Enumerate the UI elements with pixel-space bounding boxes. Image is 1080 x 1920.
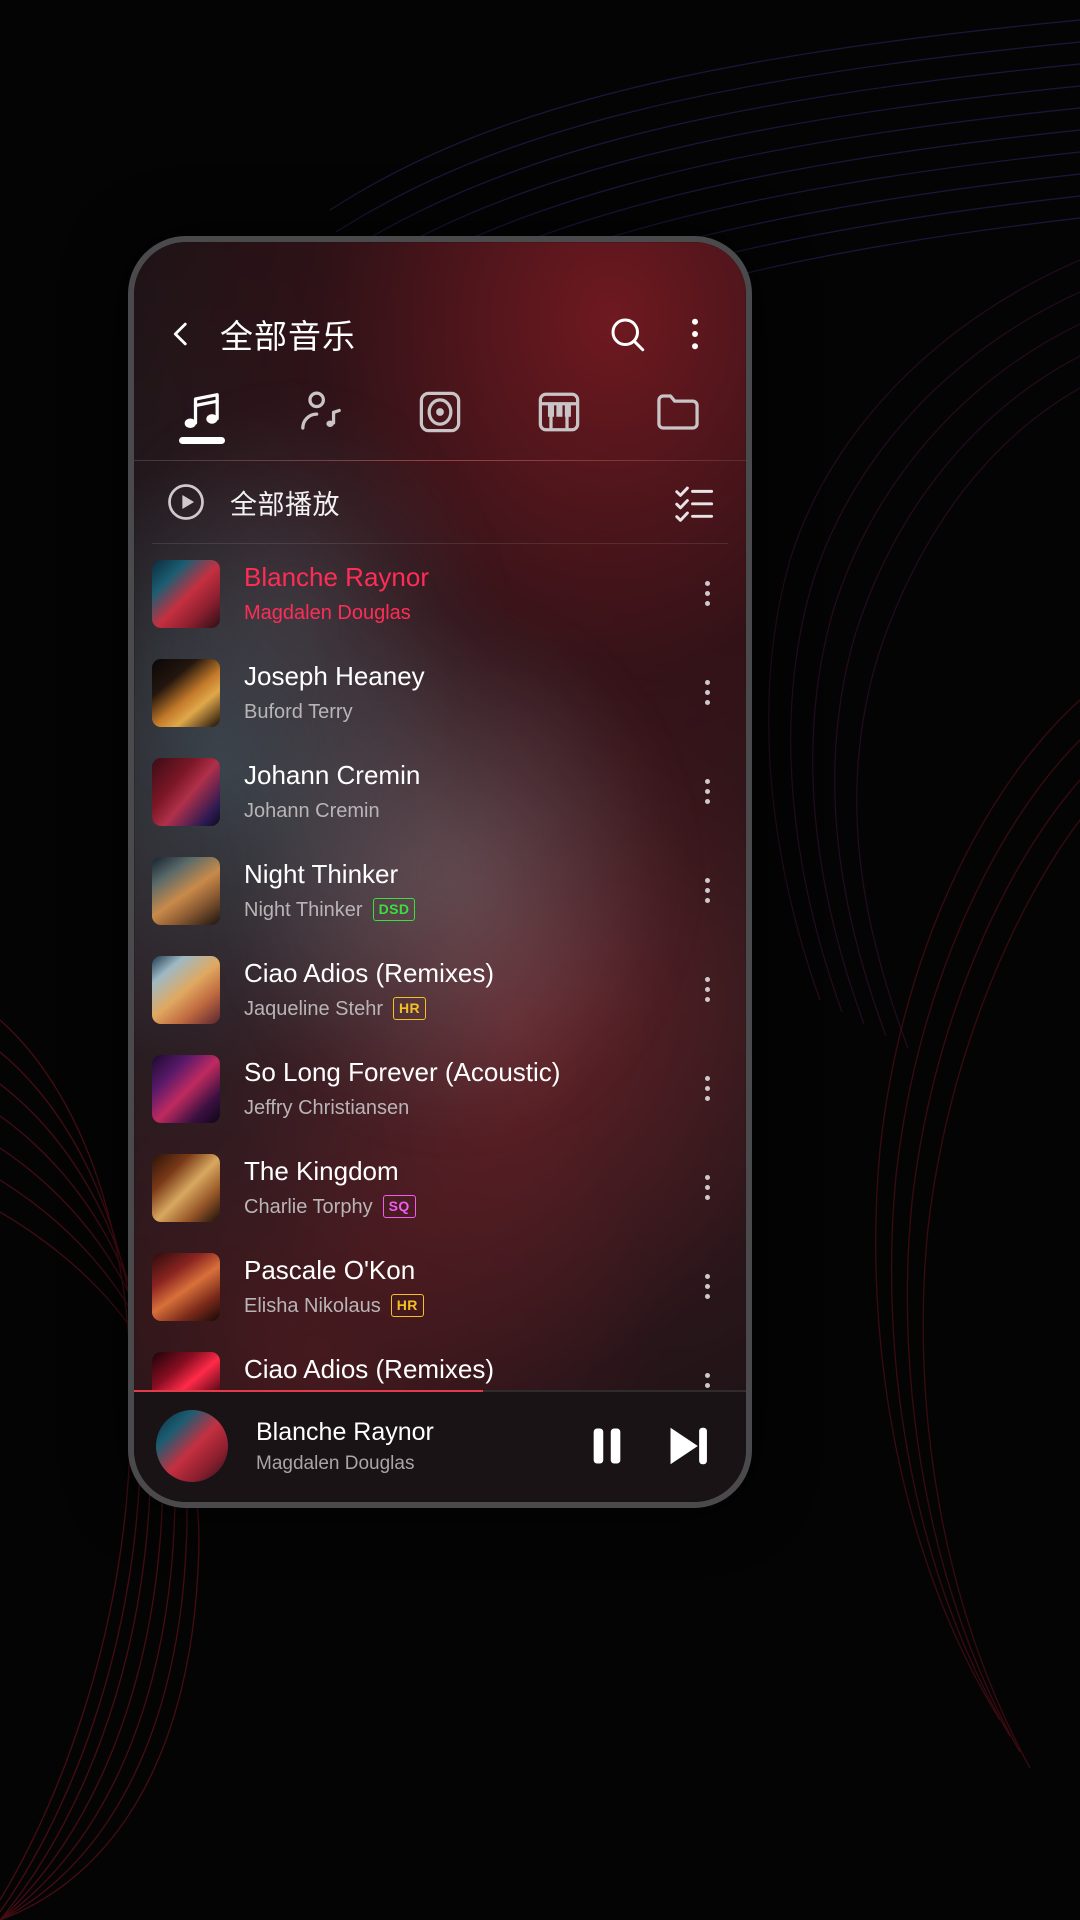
next-track-button[interactable] [656,1415,718,1477]
tab-artists[interactable] [261,382,380,438]
song-title: Night Thinker [244,859,399,890]
song-meta: Ciao Adios (Remixes) Jaqueline Stehr HR [244,958,690,1021]
status-badge: DSD [372,898,416,922]
skip-next-icon [670,1427,707,1465]
screen-root: 全部音乐 全部播放 Blanche Raynor Magdalen Dougla… [0,0,1080,1920]
song-artist-line: Johann Cremin [244,799,690,823]
status-badge: HR [390,1294,424,1318]
playback-progress-bar[interactable] [134,1390,746,1392]
song-title: Ciao Adios (Remixes) [244,1354,494,1385]
song-artist-line: Charlie Torphy SQ [244,1195,690,1219]
album-art [152,559,220,628]
mini-player-title: Blanche Raynor [256,1417,434,1446]
table-row[interactable]: The Kingdom Charlie Torphy SQ [134,1138,746,1237]
row-more-icon[interactable] [690,878,724,903]
row-more-icon[interactable] [690,977,724,1002]
artist-icon [300,391,341,430]
mini-player-meta[interactable]: Blanche Raynor Magdalen Douglas [256,1418,558,1475]
song-title: Ciao Adios (Remixes) [244,958,494,989]
tab-albums[interactable] [380,382,499,438]
folder-icon [657,394,700,430]
song-artist: Magdalen Douglas [244,601,411,624]
app-header: 全部音乐 [134,286,746,382]
play-circle-icon[interactable] [164,480,208,524]
song-meta: So Long Forever (Acoustic) Jeffry Christ… [244,1057,690,1119]
row-more-icon[interactable] [690,680,724,705]
song-list: Blanche Raynor Magdalen Douglas Joseph H… [134,544,746,1435]
song-meta: Johann Cremin Johann Cremin [244,760,690,822]
song-artist-line: Buford Terry [244,700,690,724]
search-icon[interactable] [606,313,648,355]
mini-player: Blanche Raynor Magdalen Douglas [134,1390,746,1502]
tab-songs[interactable] [142,382,261,444]
row-more-icon[interactable] [690,1274,724,1299]
song-meta: Blanche Raynor Magdalen Douglas [244,562,690,624]
phone-screen: 全部音乐 全部播放 Blanche Raynor Magdalen Dougla… [134,242,746,1502]
album-art [152,757,220,826]
row-more-icon[interactable] [690,779,724,804]
tab-bar [134,382,746,460]
song-artist: Jaqueline Stehr [244,997,383,1020]
song-meta: Pascale O'Kon Elisha Nikolaus HR [244,1255,690,1318]
play-all-label: 全部播放 [230,489,340,520]
album-art [152,1054,220,1123]
song-title: Joseph Heaney [244,661,425,692]
song-artist: Elisha Nikolaus [244,1294,381,1317]
song-artist: Johann Cremin [244,799,380,822]
song-artist-line: Elisha Nikolaus HR [244,1294,690,1318]
song-artist-line: Magdalen Douglas [244,601,690,625]
table-row[interactable]: Joseph Heaney Buford Terry [134,643,746,742]
row-more-icon[interactable] [690,1175,724,1200]
song-meta: Joseph Heaney Buford Terry [244,661,690,723]
tab-folders[interactable] [619,382,738,438]
song-artist: Jeffry Christiansen [244,1096,410,1119]
song-title: Pascale O'Kon [244,1255,416,1286]
song-artist: Charlie Torphy [244,1195,373,1218]
mini-player-artist: Magdalen Douglas [256,1452,415,1474]
album-art [152,955,220,1024]
play-all-row[interactable]: 全部播放 [134,461,746,543]
table-row[interactable]: Pascale O'Kon Elisha Nikolaus HR [134,1237,746,1336]
album-disc-icon [419,391,461,433]
song-artist-line: Jaqueline Stehr HR [244,997,690,1021]
pause-button[interactable] [576,1415,638,1477]
music-note-icon [184,393,219,429]
album-art [152,658,220,727]
song-title: Blanche Raynor [244,562,429,593]
song-title: So Long Forever (Acoustic) [244,1057,561,1088]
song-title: The Kingdom [244,1156,399,1187]
status-badge: SQ [382,1195,416,1219]
mini-player-avatar[interactable] [156,1410,228,1482]
album-art [152,856,220,925]
table-row[interactable]: Ciao Adios (Remixes) Jaqueline Stehr HR [134,940,746,1039]
album-art [152,1153,220,1222]
album-art [152,1252,220,1321]
more-vertical-icon[interactable] [674,313,716,355]
piano-icon [538,392,580,432]
status-badge: HR [392,997,427,1021]
phone-frame: 全部音乐 全部播放 Blanche Raynor Magdalen Dougla… [128,236,752,1508]
row-more-icon[interactable] [690,1076,724,1101]
song-artist-line: Jeffry Christiansen [244,1096,690,1120]
checklist-icon[interactable] [672,480,716,524]
page-title: 全部音乐 [220,318,356,355]
chevron-left-icon[interactable] [164,317,198,351]
table-row[interactable]: Blanche Raynor Magdalen Douglas [134,544,746,643]
tab-genres[interactable] [500,382,619,438]
tab-active-indicator [178,437,225,444]
song-artist: Buford Terry [244,700,353,723]
song-artist-line: Night Thinker DSD [244,898,690,922]
song-meta: The Kingdom Charlie Torphy SQ [244,1156,690,1219]
song-artist: Night Thinker [244,898,363,921]
song-meta: Night Thinker Night Thinker DSD [244,859,690,922]
table-row[interactable]: So Long Forever (Acoustic) Jeffry Christ… [134,1039,746,1138]
table-row[interactable]: Johann Cremin Johann Cremin [134,742,746,841]
pause-icon [593,1428,621,1464]
table-row[interactable]: Night Thinker Night Thinker DSD [134,841,746,940]
row-more-icon[interactable] [690,581,724,606]
song-title: Johann Cremin [244,760,421,791]
